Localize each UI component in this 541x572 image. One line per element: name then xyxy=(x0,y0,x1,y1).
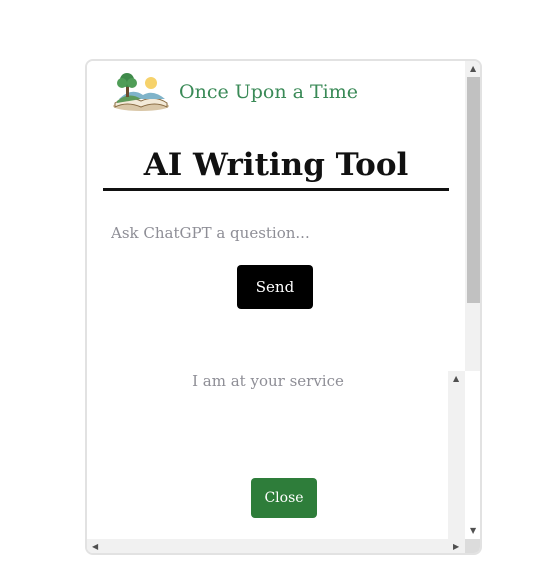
outer-scrollbar-thumb[interactable] xyxy=(467,77,480,303)
popup-window: Once Upon a Time AI Writing Tool Send I … xyxy=(85,59,482,555)
open-book-landscape-icon xyxy=(113,73,169,111)
outer-scrollbar-track-lower[interactable]: ▼ xyxy=(465,371,480,539)
title-divider xyxy=(103,188,449,191)
scroll-left-arrow-icon[interactable]: ◀ xyxy=(92,543,98,551)
scroll-up-arrow-icon[interactable]: ▲ xyxy=(470,65,476,73)
send-button[interactable]: Send xyxy=(237,265,313,309)
inner-vertical-scrollbar[interactable]: ▲ xyxy=(448,371,465,539)
outer-vertical-scrollbar[interactable]: ▲ xyxy=(465,61,480,371)
response-text: I am at your service xyxy=(192,372,344,390)
scroll-down-arrow-icon[interactable]: ▼ xyxy=(470,527,476,535)
question-input[interactable] xyxy=(105,219,447,247)
brand-header: Once Upon a Time xyxy=(111,69,358,113)
inner-scroll-up-arrow-icon[interactable]: ▲ xyxy=(453,375,459,383)
close-button[interactable]: Close xyxy=(251,478,317,518)
popup-content: Once Upon a Time AI Writing Tool Send I … xyxy=(87,61,465,539)
page-title: AI Writing Tool xyxy=(143,147,409,183)
scroll-right-arrow-icon[interactable]: ▶ xyxy=(453,543,459,551)
brand-name: Once Upon a Time xyxy=(179,81,359,103)
horizontal-scrollbar[interactable]: ◀ ▶ xyxy=(87,539,465,553)
scrollbar-corner xyxy=(465,539,480,553)
